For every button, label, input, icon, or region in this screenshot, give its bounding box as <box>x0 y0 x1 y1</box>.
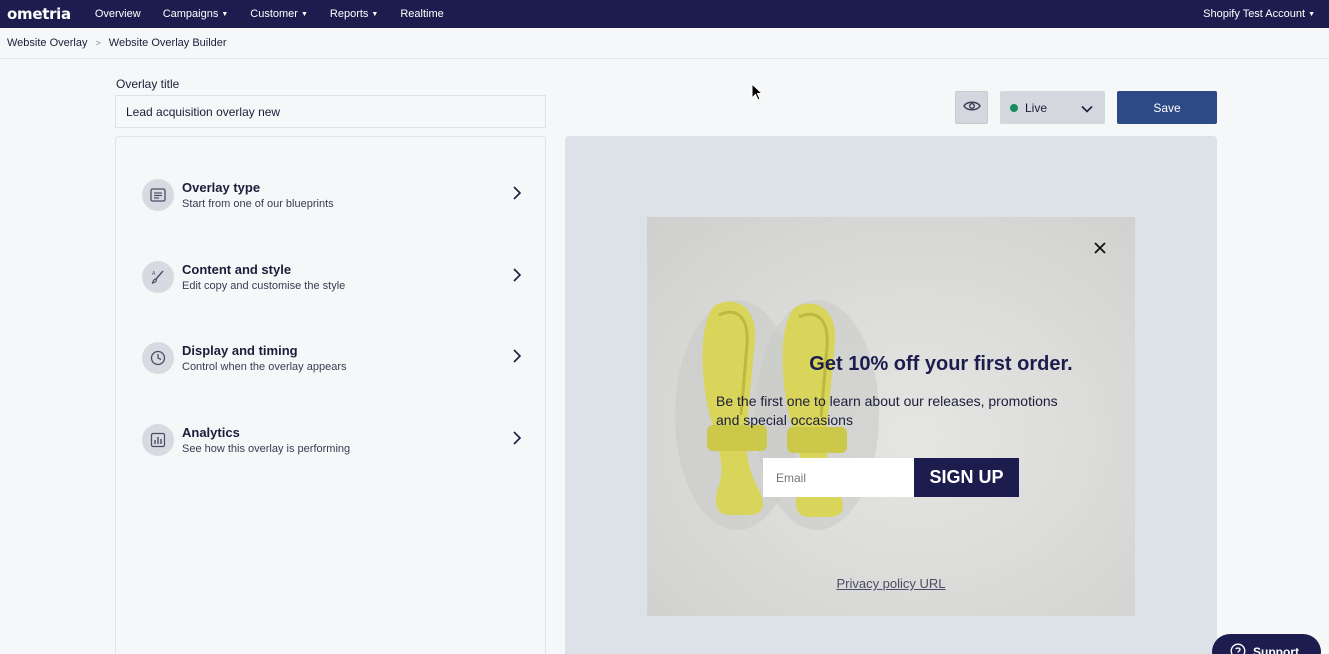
chevron-right-icon <box>512 430 522 451</box>
step-title: Content and style <box>182 262 292 277</box>
breadcrumb-item-builder: Website Overlay Builder <box>108 37 227 49</box>
account-menu[interactable]: Shopify Test Account ▼ <box>1203 0 1315 28</box>
ometria-logo[interactable]: ometria <box>7 5 71 23</box>
overlay-preview: Get 10% off your first order. Be the fir… <box>647 217 1135 616</box>
step-display-and-timing[interactable]: Display and timing Control when the over… <box>142 340 522 376</box>
account-name: Shopify Test Account <box>1203 8 1306 20</box>
nav-customer-label: Customer <box>250 8 298 20</box>
nav-customer[interactable]: Customer ▼ <box>250 8 308 20</box>
nav-reports[interactable]: Reports ▼ <box>330 8 378 20</box>
analytics-icon <box>142 424 174 456</box>
preview-button[interactable] <box>955 91 988 124</box>
breadcrumb-item-website-overlay[interactable]: Website Overlay <box>7 37 88 49</box>
support-button[interactable]: Support <box>1212 634 1321 654</box>
close-icon[interactable] <box>1093 241 1107 260</box>
overlay-body-text: Be the first one to learn about our rele… <box>716 393 1058 428</box>
email-input[interactable] <box>763 458 914 497</box>
chevron-right-icon <box>512 348 522 369</box>
caret-down-icon: ▼ <box>1308 10 1315 18</box>
caret-down-icon: ▼ <box>371 10 379 18</box>
step-overlay-type[interactable]: Overlay type Start from one of our bluep… <box>142 177 522 213</box>
clock-icon <box>142 342 174 374</box>
chevron-right-icon <box>512 267 522 288</box>
nav-campaigns-label: Campaigns <box>162 8 219 20</box>
builder-steps-panel: Overlay type Start from one of our bluep… <box>115 136 546 654</box>
status-value: Live <box>1025 100 1048 115</box>
sign-up-button[interactable]: SIGN UP <box>914 458 1019 497</box>
brush-icon: A <box>142 261 174 293</box>
privacy-policy-link[interactable]: Privacy policy URL <box>647 576 1135 591</box>
support-label: Support <box>1253 645 1299 654</box>
chevron-down-icon <box>1081 102 1093 116</box>
overlay-title-label: Overlay title <box>116 77 180 91</box>
overlay-headline: Get 10% off your first order. <box>809 353 1073 375</box>
step-subtitle: Edit copy and customise the style <box>182 280 346 292</box>
eye-icon <box>962 99 981 117</box>
nav-realtime[interactable]: Realtime <box>400 8 443 20</box>
mouse-cursor-icon <box>751 83 763 101</box>
step-content-and-style[interactable]: A Content and style Edit copy and custom… <box>142 259 522 295</box>
svg-text:A: A <box>152 271 156 277</box>
nav-campaigns[interactable]: Campaigns ▼ <box>163 8 229 20</box>
caret-down-icon: ▼ <box>300 10 308 18</box>
nav-realtime-label: Realtime <box>400 8 444 20</box>
status-live-dot <box>1010 103 1018 112</box>
breadcrumb-separator: > <box>95 38 101 48</box>
step-analytics[interactable]: Analytics See how this overlay is perfor… <box>142 422 522 458</box>
nav-overview[interactable]: Overview <box>95 8 141 20</box>
step-title: Display and timing <box>182 343 298 358</box>
nav-reports-label: Reports <box>329 8 369 20</box>
question-icon <box>1230 643 1246 654</box>
overlay-preview-area: Get 10% off your first order. Be the fir… <box>565 136 1217 654</box>
step-title: Overlay type <box>182 180 261 195</box>
breadcrumb: Website Overlay > Website Overlay Builde… <box>0 28 1329 59</box>
step-subtitle: See how this overlay is performing <box>182 443 351 455</box>
caret-down-icon: ▼ <box>221 10 229 18</box>
status-select[interactable]: Live <box>1000 91 1105 124</box>
step-subtitle: Start from one of our blueprints <box>182 198 334 210</box>
save-button[interactable]: Save <box>1117 91 1217 124</box>
step-title: Analytics <box>182 425 240 440</box>
overlay-title-input[interactable] <box>115 95 546 128</box>
top-navigation: ometria Overview Campaigns ▼ Customer ▼ Re… <box>0 0 1329 28</box>
nav-overview-label: Overview <box>94 8 141 20</box>
chevron-right-icon <box>512 185 522 206</box>
layout-icon <box>142 179 174 211</box>
step-subtitle: Control when the overlay appears <box>182 361 347 373</box>
